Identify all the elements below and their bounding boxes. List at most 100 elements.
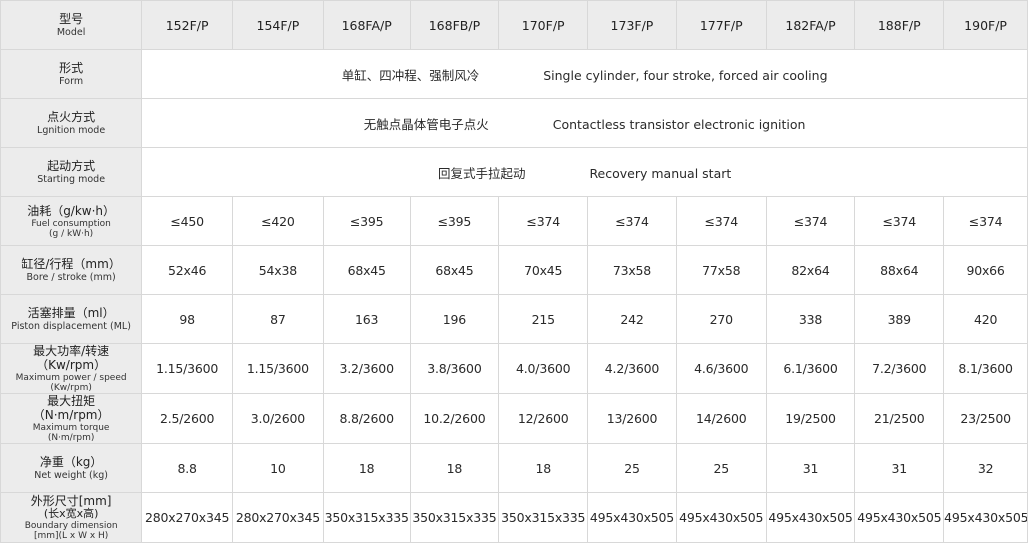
dimension-row: 外形尺寸[mm] (长x宽x高) Boundary dimension [mm]…: [0, 492, 1028, 543]
dimension-label-cn: 外形尺寸[mm]: [30, 494, 112, 508]
torque-value: 23/2500: [943, 393, 1028, 444]
fuel-label-en: Fuel consumption: [31, 218, 111, 229]
form-value: 单缸、四冲程、强制风冷 Single cylinder, four stroke…: [141, 49, 1028, 99]
power-value: 4.2/3600: [587, 343, 677, 394]
torque-value: 21/2500: [854, 393, 945, 444]
power-label-en: Maximum power / speed: [15, 373, 127, 383]
bore-value: 88x64: [854, 245, 945, 295]
starting-label-en: Starting mode: [37, 174, 106, 185]
power-row: 最大功率/转速 （Kw/rpm） Maximum power / speed (…: [0, 343, 1028, 394]
weight-value: 10: [232, 443, 324, 493]
fuel-value: ≤450: [141, 196, 234, 246]
dimension-value: 280x270x345: [141, 492, 234, 543]
bore-value: 70x45: [498, 245, 589, 295]
model-cell: 177F/P: [675, 0, 767, 50]
form-row: 形式 Form 单缸、四冲程、强制风冷 Single cylinder, fou…: [0, 49, 1028, 99]
power-value: 7.2/3600: [854, 343, 945, 394]
dimension-value: 495x430x505: [943, 492, 1028, 543]
bore-label-cn: 缸径/行程（mm）: [21, 257, 121, 271]
starting-row: 起动方式 Starting mode 回复式手拉起动 Recovery manu…: [0, 147, 1028, 197]
model-cell: 168FA/P: [322, 0, 411, 50]
bore-value: 82x64: [765, 245, 856, 295]
starting-label: 起动方式 Starting mode: [0, 147, 143, 197]
bore-row: 缸径/行程（mm） Bore / stroke (mm) 52x46 54x38…: [0, 245, 1028, 295]
displacement-label: 活塞排量（ml） Piston displacement (ML): [0, 294, 143, 344]
weight-value: 18: [498, 443, 589, 493]
torque-value: 19/2500: [765, 393, 856, 444]
displacement-value: 196: [409, 294, 500, 344]
torque-label: 最大扭矩 （N·m/rpm） Maximum torque (N·m/rpm): [0, 393, 143, 444]
ignition-value: 无触点晶体管电子点火 Contactless transistor electr…: [141, 98, 1028, 148]
fuel-row: 油耗（g/kw·h） Fuel consumption (g / kW·h) ≤…: [0, 196, 1028, 246]
model-cell: 190F/P: [943, 0, 1028, 50]
weight-label-cn: 净重（kg）: [39, 455, 103, 469]
weight-value: 32: [943, 443, 1028, 493]
ignition-label-en: Lgnition mode: [37, 125, 106, 136]
power-label-unit-cn: （Kw/rpm）: [36, 358, 107, 372]
model-cell: 168FB/P: [409, 0, 500, 50]
weight-value: 25: [675, 443, 767, 493]
fuel-label-cn: 油耗（g/kw·h）: [27, 203, 116, 218]
torque-row: 最大扭矩 （N·m/rpm） Maximum torque (N·m/rpm) …: [0, 393, 1028, 444]
dimension-value: 350x315x335: [498, 492, 589, 543]
power-value: 1.15/3600: [232, 343, 324, 394]
fuel-label: 油耗（g/kw·h） Fuel consumption (g / kW·h): [0, 196, 143, 246]
power-label-unit-en: (Kw/rpm): [50, 383, 92, 393]
starting-label-cn: 起动方式: [47, 159, 96, 173]
weight-value: 18: [409, 443, 500, 493]
fuel-value: ≤420: [232, 196, 324, 246]
weight-label-en: Net weight (kg): [34, 470, 108, 481]
fuel-value: ≤395: [409, 196, 500, 246]
power-value: 4.6/3600: [675, 343, 767, 394]
form-label-en: Form: [59, 76, 84, 87]
displacement-value: 87: [232, 294, 324, 344]
form-value-cn: 单缸、四冲程、强制风冷: [341, 67, 480, 83]
power-value: 1.15/3600: [141, 343, 234, 394]
displacement-value: 270: [675, 294, 767, 344]
torque-value: 2.5/2600: [141, 393, 234, 444]
dimension-label-en: Boundary dimension: [24, 521, 118, 531]
bore-value: 68x45: [322, 245, 411, 295]
model-header-en: Model: [56, 27, 86, 38]
displacement-value: 98: [141, 294, 234, 344]
fuel-value: ≤374: [854, 196, 945, 246]
displacement-value: 215: [498, 294, 589, 344]
ignition-value-en: Contactless transistor electronic igniti…: [552, 116, 806, 132]
engine-spec-table: 型号 Model 152F/P 154F/P 168FA/P 168FB/P 1…: [0, 0, 1028, 543]
starting-value-en: Recovery manual start: [589, 165, 732, 181]
displacement-row: 活塞排量（ml） Piston displacement (ML) 98 87 …: [0, 294, 1028, 344]
starting-value-cn: 回复式手拉起动: [437, 165, 526, 181]
dimension-value: 350x315x335: [322, 492, 411, 543]
bore-label-en: Bore / stroke (mm): [26, 272, 116, 283]
model-cell: 154F/P: [232, 0, 324, 50]
bore-value: 73x58: [587, 245, 677, 295]
fuel-value: ≤374: [675, 196, 767, 246]
displacement-value: 242: [587, 294, 677, 344]
torque-value: 3.0/2600: [232, 393, 324, 444]
fuel-value: ≤374: [498, 196, 589, 246]
dimension-value: 495x430x505: [587, 492, 677, 543]
dimension-value: 350x315x335: [409, 492, 500, 543]
torque-label-unit-cn: （N·m/rpm）: [32, 408, 110, 422]
fuel-value: ≤374: [943, 196, 1028, 246]
torque-label-unit-en: (N·m/rpm): [47, 433, 95, 443]
model-cell: 152F/P: [141, 0, 234, 50]
dimension-label: 外形尺寸[mm] (长x宽x高) Boundary dimension [mm]…: [0, 492, 143, 543]
torque-value: 8.8/2600: [322, 393, 411, 444]
bore-value: 54x38: [232, 245, 324, 295]
ignition-row: 点火方式 Lgnition mode 无触点晶体管电子点火 Contactles…: [0, 98, 1028, 148]
power-label: 最大功率/转速 （Kw/rpm） Maximum power / speed (…: [0, 343, 143, 394]
starting-value: 回复式手拉起动 Recovery manual start: [141, 147, 1028, 197]
torque-value: 13/2600: [587, 393, 677, 444]
fuel-value: ≤374: [765, 196, 856, 246]
dimension-value: 280x270x345: [232, 492, 324, 543]
power-value: 8.1/3600: [943, 343, 1028, 394]
displacement-value: 420: [943, 294, 1028, 344]
ignition-value-cn: 无触点晶体管电子点火: [363, 116, 489, 132]
power-value: 3.2/3600: [322, 343, 411, 394]
power-label-cn: 最大功率/转速: [33, 344, 110, 359]
bore-label: 缸径/行程（mm） Bore / stroke (mm): [0, 245, 143, 295]
torque-value: 14/2600: [675, 393, 767, 444]
weight-value: 31: [765, 443, 856, 493]
weight-value: 31: [854, 443, 945, 493]
